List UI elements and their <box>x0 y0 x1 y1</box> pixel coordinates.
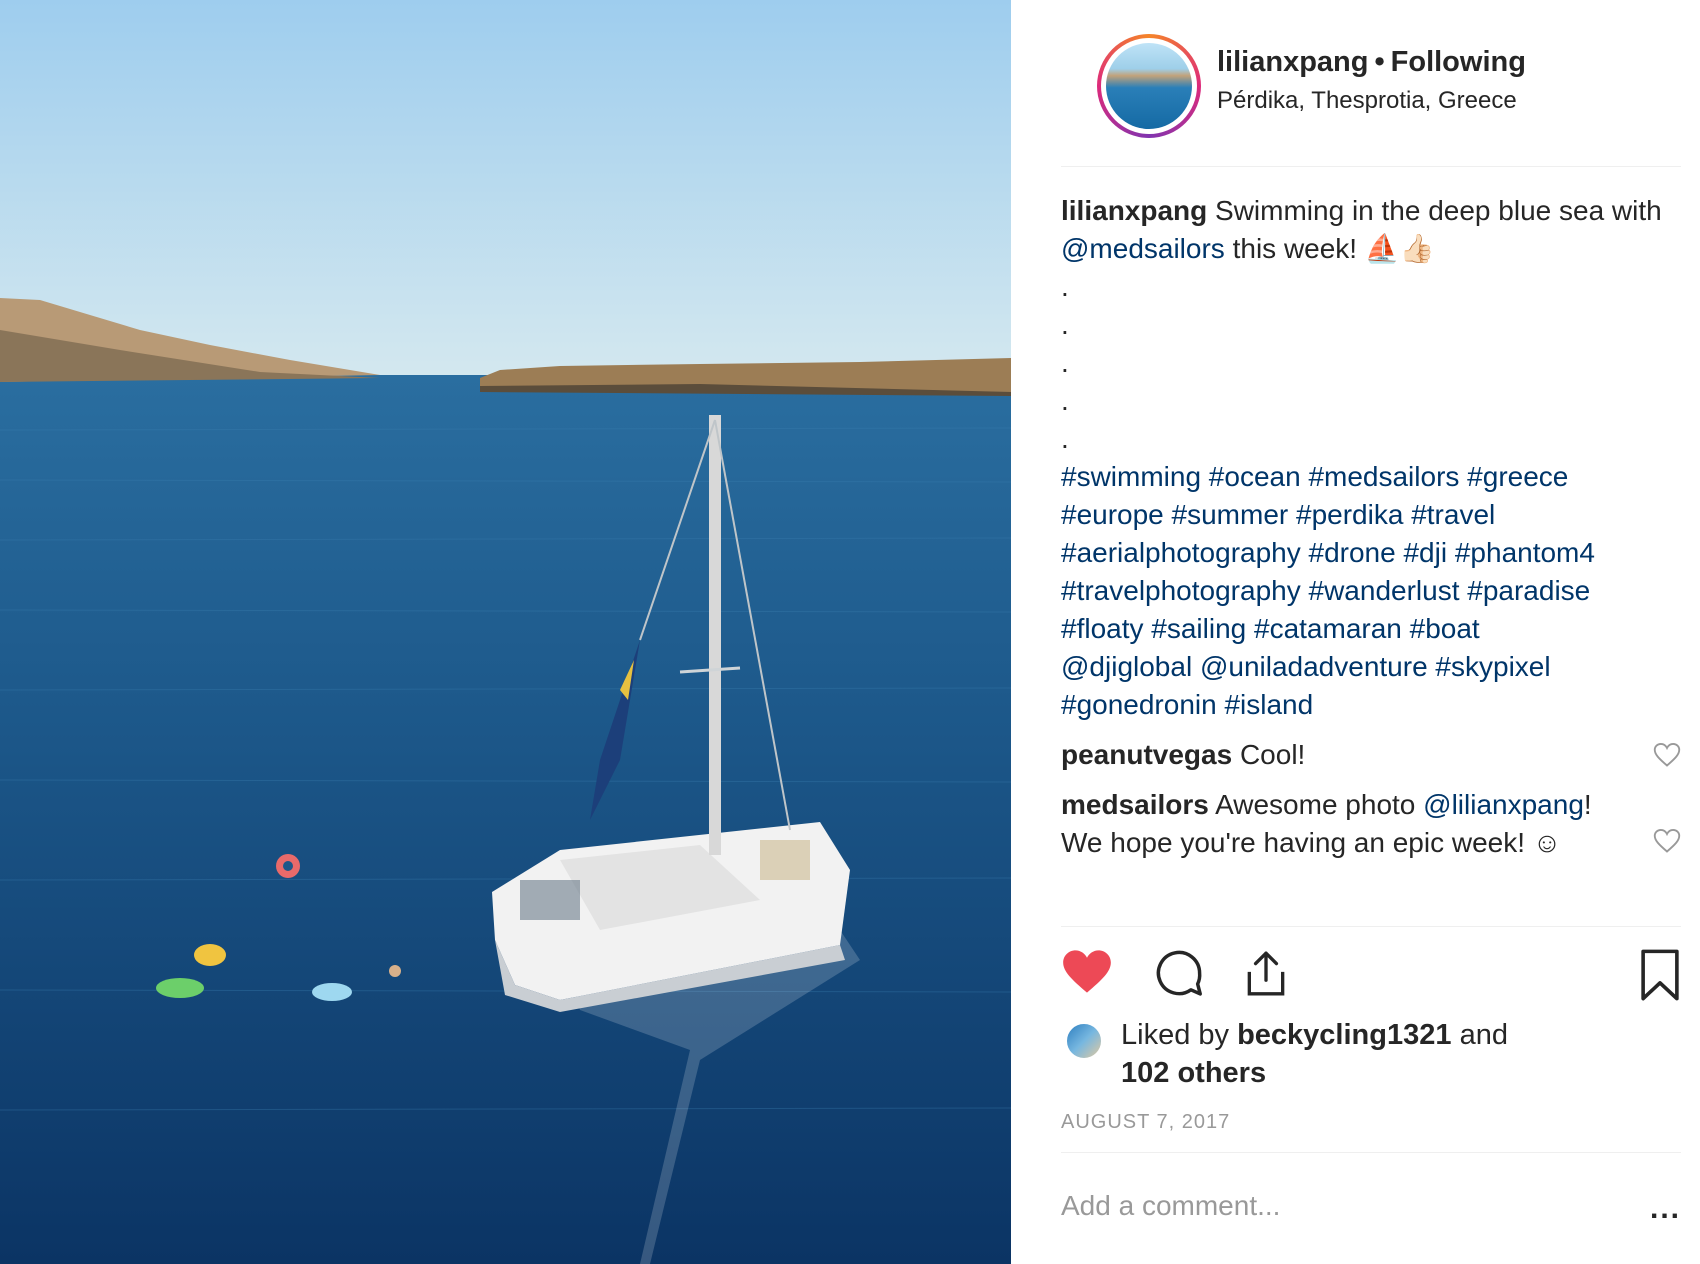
post-header: lilianxpang • Following Pérdika, Thesproti… <box>1055 34 1685 144</box>
post-detail-pane: lilianxpang • Following Pérdika, Thesproti… <box>1011 0 1700 1264</box>
share-icon[interactable] <box>1241 948 1291 1000</box>
caption-dot: . <box>1061 309 1069 340</box>
comment-input[interactable] <box>1061 1190 1561 1222</box>
caption-dot: . <box>1061 347 1069 378</box>
hashtag-line[interactable]: #travelphotography #wanderlust #paradise <box>1061 572 1681 610</box>
comment-text: Cool! <box>1239 739 1306 770</box>
liker-avatar[interactable] <box>1065 1022 1103 1060</box>
bookmark-icon[interactable] <box>1639 948 1681 1002</box>
likes-and: and <box>1459 1019 1508 1051</box>
more-options-icon[interactable]: ... <box>1650 1192 1681 1226</box>
author-username[interactable]: lilianxpang <box>1217 46 1368 78</box>
likes-others-link[interactable]: 102 others <box>1121 1057 1266 1089</box>
caption-hashtags: #swimming #ocean #medsailors #greece #eu… <box>1061 458 1681 724</box>
action-bar <box>1061 948 1681 1004</box>
post-date[interactable]: AUGUST 7, 2017 <box>1061 1111 1230 1134</box>
hashtag-line[interactable]: #floaty #sailing #catamaran #boat <box>1061 610 1681 648</box>
heart-filled-icon[interactable] <box>1061 948 1113 996</box>
date-divider <box>1061 1152 1681 1153</box>
hashtag-line[interactable]: @djiglobal @uniladadventure #skypixel <box>1061 648 1681 686</box>
caption-mention[interactable]: @medsailors <box>1061 233 1225 264</box>
follow-status-button[interactable]: Following <box>1391 46 1526 78</box>
add-comment-bar: ... <box>1061 1190 1681 1230</box>
comment-username[interactable]: medsailors <box>1061 789 1209 820</box>
liker-username[interactable]: beckycling1321 <box>1237 1019 1451 1051</box>
location-link[interactable]: Pérdika, Thesprotia, Greece <box>1217 87 1526 115</box>
caption-username[interactable]: lilianxpang <box>1061 195 1207 226</box>
post-caption: lilianxpang Swimming in the deep blue se… <box>1061 192 1681 268</box>
post-photo[interactable] <box>0 0 1011 1264</box>
hashtag-line[interactable]: #europe #summer #perdika #travel <box>1061 496 1681 534</box>
comment-overflow-fade <box>1061 862 1681 882</box>
hashtag-line[interactable]: #aerialphotography #drone #dji #phantom4 <box>1061 534 1681 572</box>
separator-dot: • <box>1374 46 1385 78</box>
comments-divider <box>1061 926 1681 927</box>
comment-item: medsailors Awesome photo @lilianxpang! W… <box>1061 786 1681 862</box>
caption-dot: . <box>1061 423 1069 454</box>
caption-dot: . <box>1061 271 1069 302</box>
header-divider <box>1061 166 1681 167</box>
comment-bubble-icon[interactable] <box>1153 948 1205 1000</box>
caption-dots: . . . . . <box>1061 268 1681 458</box>
hashtag-line[interactable]: #gonedronin #island <box>1061 686 1681 724</box>
heart-outline-icon[interactable] <box>1653 828 1681 854</box>
caption-dot: . <box>1061 385 1069 416</box>
author-avatar[interactable] <box>1097 34 1201 138</box>
heart-outline-icon[interactable] <box>1653 742 1681 768</box>
comments-list[interactable]: lilianxpang Swimming in the deep blue se… <box>1061 192 1681 924</box>
photo-scene <box>0 0 1011 1264</box>
comment-text: Awesome photo <box>1215 789 1416 820</box>
comment-mention[interactable]: @lilianxpang <box>1423 789 1584 820</box>
caption-text: Swimming in the deep blue sea with <box>1215 195 1662 226</box>
author-info: lilianxpang • Following Pérdika, Thesproti… <box>1217 46 1526 115</box>
comment-username[interactable]: peanutvegas <box>1061 739 1232 770</box>
caption-text-end: this week! <box>1232 233 1358 264</box>
caption-emoji: ⛵👍🏻 <box>1364 233 1435 264</box>
comment-item: peanutvegas Cool! <box>1061 736 1681 774</box>
hashtag-line[interactable]: #swimming #ocean #medsailors #greece <box>1061 458 1681 496</box>
likes-prefix: Liked by <box>1121 1019 1230 1051</box>
